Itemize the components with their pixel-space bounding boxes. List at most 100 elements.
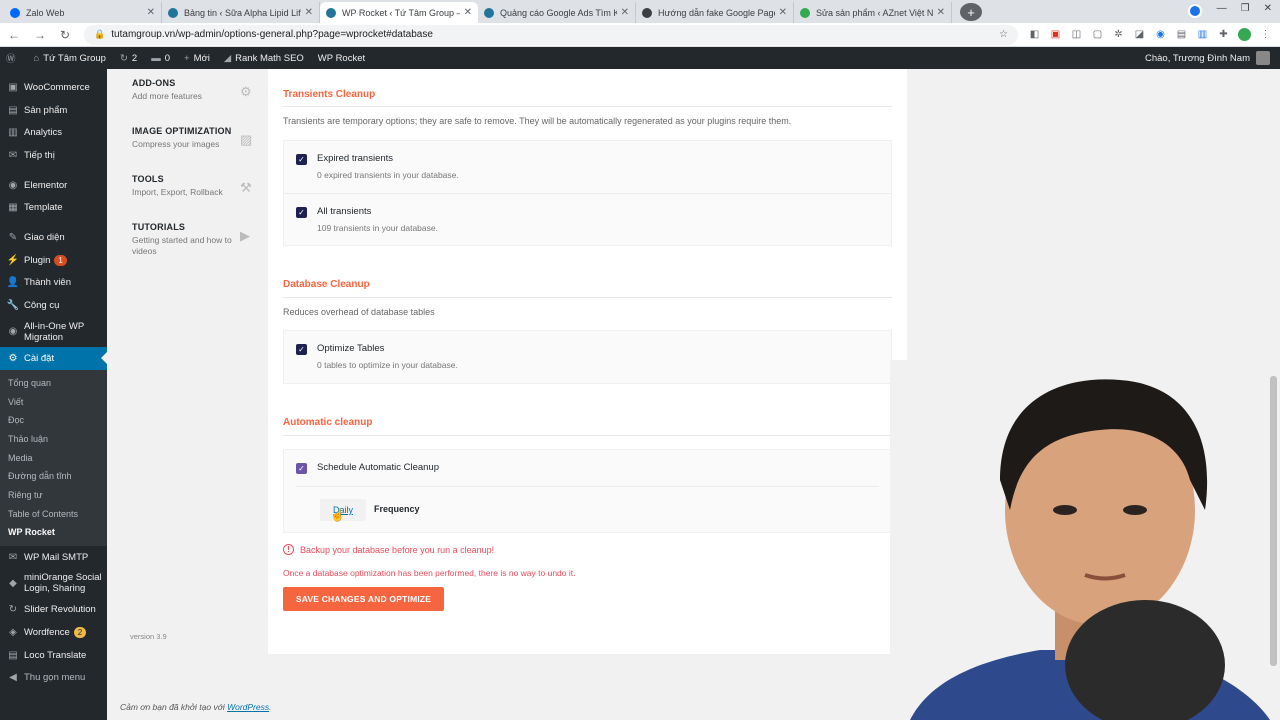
close-window-button[interactable]: ✕	[1264, 3, 1272, 14]
tab-close-icon[interactable]: ✕	[621, 7, 629, 18]
adminbar-new[interactable]: + Mới	[184, 53, 210, 64]
warning-icon: !	[283, 544, 294, 555]
back-icon[interactable]: ←	[8, 28, 20, 42]
browser-tab[interactable]: Sửa sản phẩm ‹ AZnet Việt Nam ✕	[794, 2, 952, 23]
translate-icon: ▤	[8, 649, 18, 661]
wp-rocket-version: version 3.9	[130, 632, 167, 641]
sidebar-item-miniorange[interactable]: ◆ miniOrange Social Login, Sharing	[0, 568, 107, 598]
profile-icon[interactable]	[1188, 4, 1202, 18]
adminbar-wp-rocket[interactable]: WP Rocket	[318, 53, 365, 64]
sidebar-item[interactable]: ▥ Analytics	[0, 121, 107, 144]
sidebar-item[interactable]: ▦ Template	[0, 196, 107, 219]
forward-icon[interactable]: →	[34, 28, 46, 42]
wordpress-logo-icon[interactable]: Ⓦ	[6, 51, 20, 65]
option-optimize-tables[interactable]: ✓ Optimize Tables 0 tables to optimize i…	[284, 331, 891, 383]
sidebar-item[interactable]: ▣ WooCommerce	[0, 76, 107, 99]
tab-close-icon[interactable]: ✕	[464, 7, 472, 18]
schedule-cleanup-checkbox[interactable]: ✓	[296, 463, 307, 474]
expired-transients-checkbox[interactable]: ✓	[296, 154, 307, 165]
adminbar-rank-math[interactable]: ◢ Rank Math SEO	[224, 53, 304, 64]
sidebar-item[interactable]: ◉ Elementor	[0, 174, 107, 197]
database-options: ✓ Optimize Tables 0 tables to optimize i…	[283, 330, 892, 384]
browser-tab[interactable]: Zalo Web ✕	[4, 2, 162, 23]
rocket-nav-item[interactable]: TUTORIALS Getting started and how to vide…	[120, 222, 260, 270]
sidebar-item[interactable]: ✉ Tiếp thị	[0, 144, 107, 167]
tab-label: Quảng cáo Google Ads Tìm Kiếm	[500, 7, 617, 18]
sidebar-item[interactable]: ▤ Sản phẩm	[0, 99, 107, 122]
sidebar-item-loco-translate[interactable]: ▤ Loco Translate	[0, 644, 107, 667]
sidebar-item-users[interactable]: 👤 Thành viên	[0, 272, 107, 295]
extension-icon[interactable]: ◫	[1070, 28, 1083, 41]
sidebar-item-wp-mail-smtp[interactable]: ✉ WP Mail SMTP	[0, 546, 107, 569]
settings-submenu-item[interactable]: Table of Contents	[0, 504, 107, 523]
reload-icon[interactable]: ↻	[60, 28, 70, 42]
browser-tab[interactable]: WP Rocket ‹ Tứ Tâm Group — W ✕	[320, 2, 478, 23]
wordfence-icon: ◈	[9, 626, 17, 638]
browser-tab[interactable]: Quảng cáo Google Ads Tìm Kiếm ✕	[478, 2, 636, 23]
browser-tab[interactable]: Bảng tin ‹ Sữa Alpha Lipid Lifeline ✕	[162, 2, 320, 23]
settings-submenu-item[interactable]: WP Rocket	[0, 523, 107, 542]
extension-icon[interactable]: ▢	[1091, 28, 1104, 41]
sidebar-item-tools[interactable]: 🔧 Công cụ	[0, 294, 107, 317]
minimize-button[interactable]: —	[1217, 3, 1227, 14]
extension-icon[interactable]: ◪	[1133, 28, 1146, 41]
plus-icon: +	[184, 52, 190, 64]
tab-close-icon[interactable]: ✕	[305, 7, 313, 18]
settings-submenu-item[interactable]: Thảo luận	[0, 430, 107, 449]
tab-close-icon[interactable]: ✕	[779, 7, 787, 18]
bookmark-star-icon[interactable]: ☆	[999, 29, 1008, 40]
extensions-puzzle-icon[interactable]: ✚	[1217, 28, 1230, 41]
page-scrollbar[interactable]	[1270, 376, 1277, 666]
browser-tab[interactable]: Hướng dẫn fake Google Page Sp ✕	[636, 2, 794, 23]
adminbar-comments[interactable]: ▬ 0	[151, 53, 170, 64]
option-schedule-cleanup[interactable]: ✓ Schedule Automatic Cleanup	[284, 450, 891, 486]
settings-submenu-item[interactable]: Đường dẫn tĩnh	[0, 467, 107, 486]
sidebar-item-plugins[interactable]: ⚡ Plugin 1	[0, 249, 107, 272]
extension-icon[interactable]: ▣	[1049, 28, 1062, 41]
option-all-transients[interactable]: ✓ All transients 109 transients in your …	[284, 193, 891, 245]
tab-close-icon[interactable]: ✕	[147, 7, 155, 18]
new-tab-button[interactable]: +	[960, 3, 982, 21]
settings-submenu-item[interactable]: Viết	[0, 392, 107, 411]
tab-label: Bảng tin ‹ Sữa Alpha Lipid Lifeline	[184, 7, 301, 18]
sidebar-collapse-menu[interactable]: ◀ Thu gọn menu	[0, 667, 107, 690]
section-divider	[283, 106, 892, 107]
extension-icon[interactable]: ✲	[1112, 28, 1125, 41]
settings-submenu-item[interactable]: Media	[0, 448, 107, 467]
adminbar-account[interactable]: Chào, Trương Đình Nam	[1145, 51, 1270, 65]
user-avatar-icon[interactable]	[1238, 28, 1251, 41]
adminbar-site-name[interactable]: ⌂ Tứ Tâm Group	[34, 53, 106, 64]
sidebar-item-migration[interactable]: ◉ All-in-One WP Migration	[0, 317, 107, 347]
rocket-nav-item[interactable]: IMAGE OPTIMIZATION Compress your images ▨	[120, 126, 260, 174]
settings-submenu-item[interactable]: Riêng tư	[0, 486, 107, 505]
settings-submenu-item[interactable]: Tổng quan	[0, 374, 107, 393]
option-expired-transients[interactable]: ✓ Expired transients 0 expired transient…	[284, 141, 891, 193]
adminbar-updates[interactable]: ↻ 2	[120, 53, 137, 64]
video-icon: ▶	[240, 228, 250, 243]
extension-icon[interactable]: ◧	[1028, 28, 1041, 41]
wordpress-link[interactable]: WordPress	[227, 702, 269, 712]
address-bar[interactable]: 🔒 tutamgroup.vn/wp-admin/options-general…	[84, 24, 1018, 45]
sidebar-item-slider-revolution[interactable]: ↻ Slider Revolution	[0, 598, 107, 621]
rocket-nav-item[interactable]: ADD-ONS Add more features ⚙	[120, 78, 260, 126]
rocket-nav-item[interactable]: TOOLS Import, Export, Rollback ⚒	[120, 174, 260, 222]
extension-icon[interactable]: ◉	[1154, 28, 1167, 41]
sidebar-item-appearance[interactable]: ✎ Giao diện	[0, 226, 107, 249]
sidebar-item-settings[interactable]: ⚙ Cài đặt	[0, 346, 107, 370]
extension-icon[interactable]: ▥	[1196, 28, 1209, 41]
settings-submenu-item[interactable]: Đọc	[0, 411, 107, 430]
mail-icon: ✉	[8, 551, 18, 563]
settings-submenu: Tổng quan Viết Đọc Thảo luận Media Đường dẫn …	[0, 369, 107, 546]
extension-icon[interactable]: ▤	[1175, 28, 1188, 41]
transients-section-desc: Transients are temporary options; they a…	[283, 116, 792, 126]
tools-icon: ⚒	[240, 180, 252, 195]
optimize-tables-checkbox[interactable]: ✓	[296, 344, 307, 355]
maximize-button[interactable]: ❐	[1241, 3, 1250, 14]
database-section-title: Database Cleanup	[283, 279, 370, 290]
sidebar-item-label: Elementor	[24, 179, 68, 191]
menu-kebab-icon[interactable]: ⋮	[1259, 28, 1272, 41]
save-changes-optimize-button[interactable]: SAVE CHANGES AND OPTIMIZE	[283, 587, 444, 611]
tab-close-icon[interactable]: ✕	[937, 7, 945, 18]
all-transients-checkbox[interactable]: ✓	[296, 207, 307, 218]
sidebar-item-wordfence[interactable]: ◈ Wordfence 2	[0, 621, 107, 644]
